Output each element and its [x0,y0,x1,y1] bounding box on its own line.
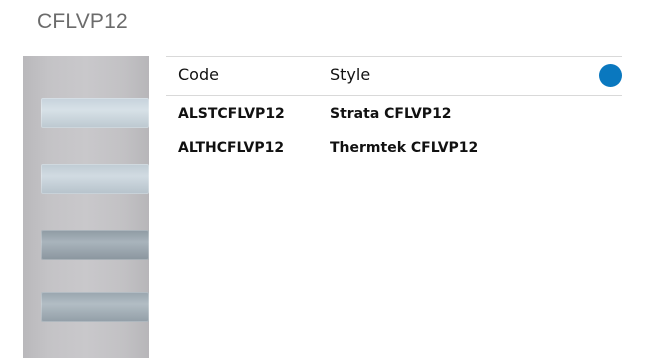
louvre-panel-swatch [41,230,149,260]
row-style: Thermtek CFLVP12 [330,140,479,156]
row-code: ALSTCFLVP12 [178,106,285,122]
table-header-row: Code Style [166,56,622,96]
product-image [23,56,149,358]
row-code: ALTHCFLVP12 [178,140,285,156]
row-style: Strata CFLVP12 [330,106,452,122]
louvre-panel-swatch [41,164,149,194]
info-dot-button[interactable] [599,64,622,87]
louvre-panel-swatch [41,98,149,128]
louvre-panel-swatch [41,292,149,322]
column-header-style: Style [330,65,371,84]
table-row: ALSTCFLVP12 Strata CFLVP12 [166,96,622,130]
page-title: CFLVP12 [37,10,128,33]
table-row: ALTHCFLVP12 Thermtek CFLVP12 [166,130,622,164]
column-header-code: Code [178,65,219,84]
spec-table: Code Style ALSTCFLVP12 Strata CFLVP12 AL… [166,56,622,164]
